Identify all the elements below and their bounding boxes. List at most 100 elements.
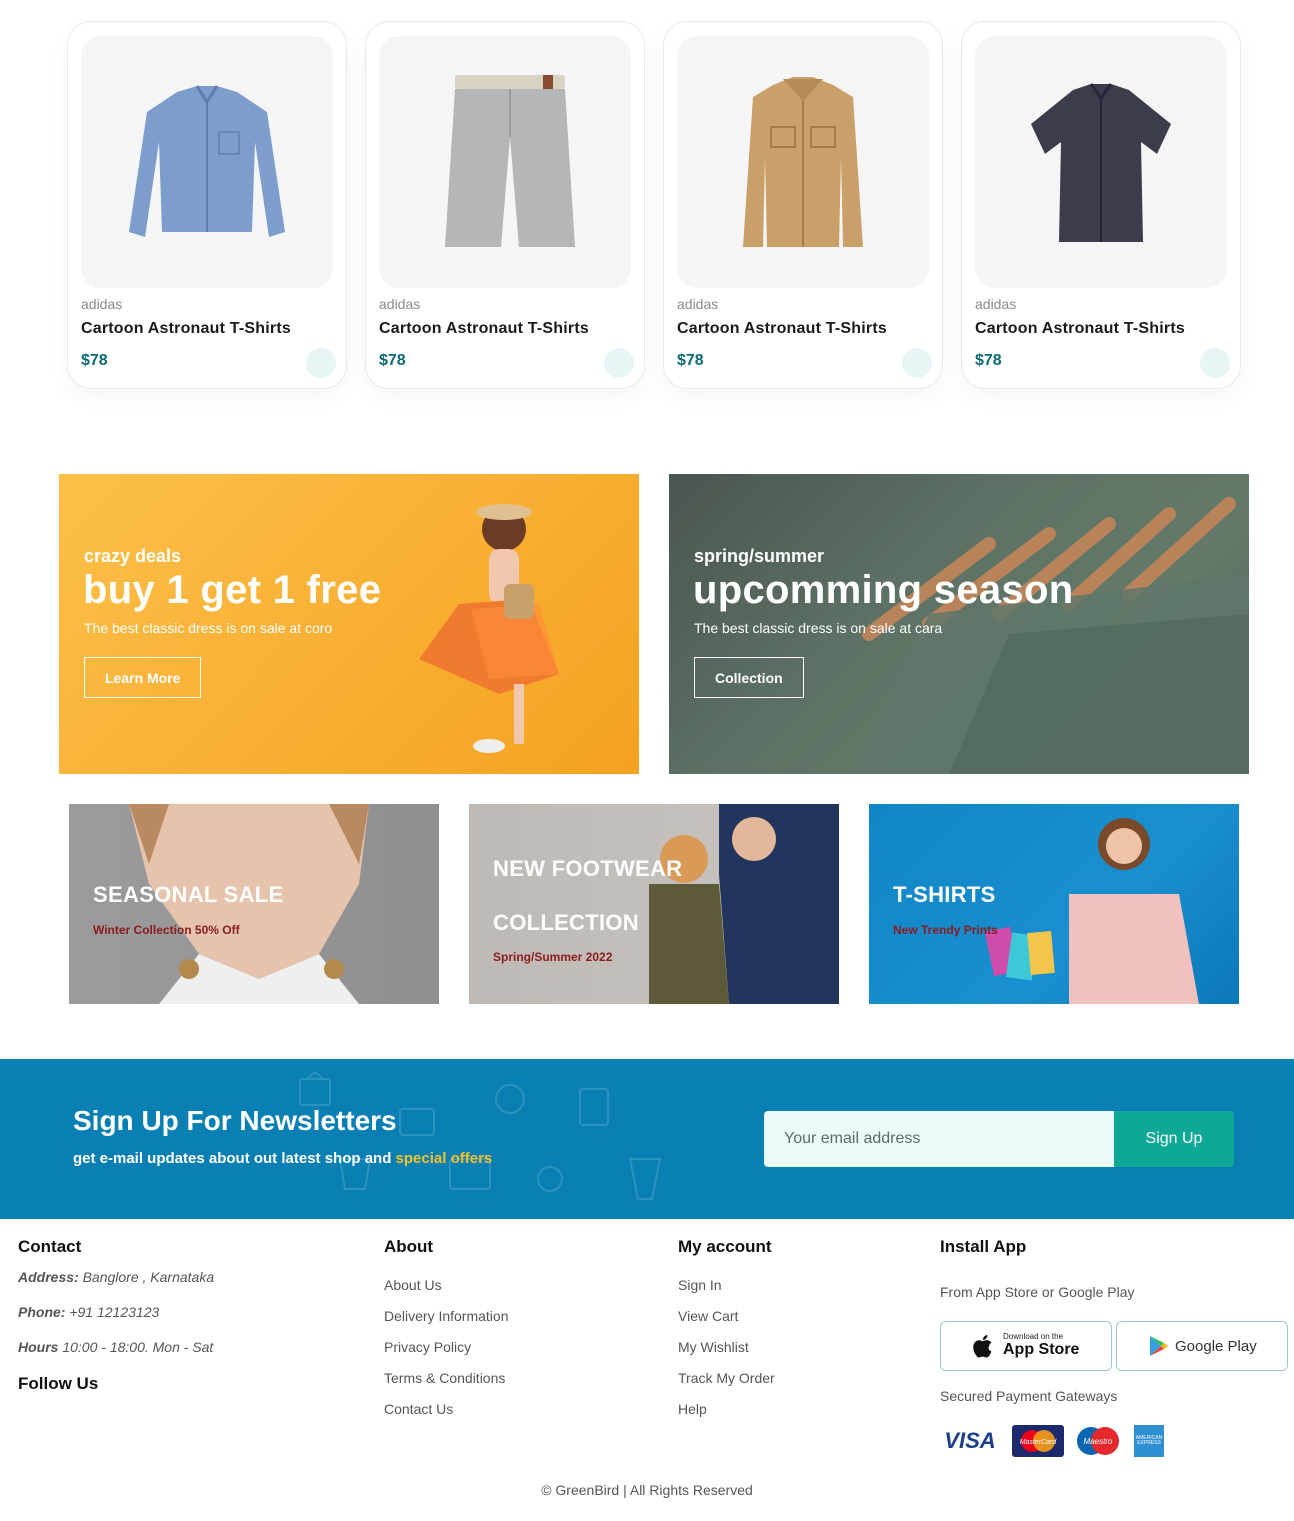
collection-button[interactable]: Collection bbox=[694, 657, 804, 698]
account-heading: My account bbox=[678, 1237, 772, 1256]
product-price: $78 bbox=[379, 352, 406, 369]
newsletter-title: Sign Up For Newsletters bbox=[73, 1105, 397, 1136]
google-play-button[interactable]: Google Play bbox=[1116, 1321, 1288, 1371]
tile-title: T-SHIRTS bbox=[893, 882, 996, 907]
wishlist-link[interactable]: My Wishlist bbox=[678, 1339, 749, 1355]
svg-text:MasterCard: MasterCard bbox=[1020, 1439, 1058, 1446]
google-play-text: Google Play bbox=[1175, 1337, 1257, 1355]
product-name[interactable]: Cartoon Astronaut T-Shirts bbox=[975, 320, 1185, 338]
view-cart-link[interactable]: View Cart bbox=[678, 1308, 738, 1324]
contact-phone: Phone: +91 12123123 bbox=[18, 1304, 159, 1320]
phone-label: Phone: bbox=[18, 1304, 66, 1320]
banner-description: The best classic dress is on sale at car… bbox=[694, 620, 943, 636]
deal-banner: crazy deals buy 1 get 1 free The best cl… bbox=[59, 474, 639, 774]
product-image[interactable] bbox=[975, 36, 1227, 288]
product-brand: adidas bbox=[379, 296, 421, 312]
sign-in-link[interactable]: Sign In bbox=[678, 1277, 722, 1293]
learn-more-button[interactable]: Learn More bbox=[84, 657, 202, 698]
product-brand: adidas bbox=[975, 296, 1017, 312]
mastercard-icon: MasterCard bbox=[1012, 1425, 1064, 1457]
product-image[interactable] bbox=[677, 36, 929, 288]
newsletter-subtitle-text: get e-mail updates about out latest shop… bbox=[73, 1150, 392, 1167]
footwear-banner[interactable]: NEW FOOTWEAR COLLECTION Spring/Summer 20… bbox=[469, 804, 839, 1004]
add-to-cart-button[interactable] bbox=[604, 348, 634, 378]
banner-description: The best classic dress is on sale at cor… bbox=[84, 620, 333, 636]
couple-photo bbox=[649, 804, 839, 1004]
about-heading: About bbox=[384, 1237, 434, 1256]
tshirts-banner[interactable]: T-SHIRTS New Trendy Prints bbox=[869, 804, 1239, 1004]
footer: Contact Address: Banglore , Karnataka Ph… bbox=[0, 1219, 1294, 1521]
seasonal-sale-banner[interactable]: SEASONAL SALE Winter Collection 50% Off bbox=[69, 804, 439, 1004]
app-store-small-text: Download on the bbox=[1003, 1332, 1064, 1342]
hours-value: 10:00 - 18:00. Mon - Sat bbox=[62, 1339, 214, 1355]
product-name[interactable]: Cartoon Astronaut T-Shirts bbox=[379, 320, 589, 338]
product-card[interactable]: adidas Cartoon Astronaut T-Shirts $78 bbox=[663, 21, 943, 389]
banner-kicker: crazy deals bbox=[84, 546, 182, 566]
add-to-cart-button[interactable] bbox=[306, 348, 336, 378]
tile-subtitle: Winter Collection 50% Off bbox=[93, 923, 240, 937]
copyright-text: © GreenBird | All Rights Reserved bbox=[541, 1482, 753, 1498]
tile-title: COLLECTION bbox=[493, 910, 639, 935]
install-app-heading: Install App bbox=[940, 1237, 1027, 1256]
delivery-info-link[interactable]: Delivery Information bbox=[384, 1308, 509, 1324]
maestro-icon: Maestro bbox=[1072, 1425, 1124, 1457]
navy-shirt-image bbox=[1031, 83, 1171, 242]
phone-value: +91 12123123 bbox=[69, 1304, 160, 1320]
privacy-policy-link[interactable]: Privacy Policy bbox=[384, 1339, 471, 1355]
newsletter-subtitle: get e-mail updates about out latest shop… bbox=[73, 1150, 492, 1167]
track-order-link[interactable]: Track My Order bbox=[678, 1370, 775, 1386]
help-link[interactable]: Help bbox=[678, 1401, 707, 1417]
payments-label: Secured Payment Gateways bbox=[940, 1388, 1118, 1404]
app-store-big-text: App Store bbox=[1003, 1341, 1080, 1359]
newsletter-section: Sign Up For Newsletters get e-mail updat… bbox=[0, 1059, 1294, 1219]
product-brand: adidas bbox=[677, 296, 719, 312]
hours-label: Hours bbox=[18, 1339, 59, 1355]
about-us-link[interactable]: About Us bbox=[384, 1277, 442, 1293]
add-to-cart-button[interactable] bbox=[902, 348, 932, 378]
app-store-text: Download on the App Store bbox=[1003, 1333, 1079, 1359]
tile-subtitle: Spring/Summer 2022 bbox=[493, 950, 613, 964]
grey-shorts-image bbox=[445, 75, 575, 247]
address-value: Banglore , Karnataka bbox=[82, 1269, 215, 1285]
product-price: $78 bbox=[975, 352, 1002, 369]
svg-text:Maestro: Maestro bbox=[1084, 1437, 1113, 1446]
banner-headline: buy 1 get 1 free bbox=[83, 568, 382, 612]
apple-icon bbox=[973, 1335, 992, 1358]
contact-address: Address: Banglore , Karnataka bbox=[18, 1269, 214, 1285]
tile-subtitle: New Trendy Prints bbox=[893, 923, 998, 937]
amex-icon: AMERICAN EXPRESS bbox=[1134, 1425, 1164, 1457]
product-name[interactable]: Cartoon Astronaut T-Shirts bbox=[677, 320, 887, 338]
follow-us-heading: Follow Us bbox=[18, 1374, 99, 1393]
mastercard-circles: MasterCard bbox=[1020, 1430, 1058, 1452]
tile-title: SEASONAL SALE bbox=[93, 882, 284, 907]
special-offers-highlight: special offers bbox=[395, 1150, 493, 1167]
install-app-subtitle: From App Store or Google Play bbox=[940, 1284, 1135, 1300]
product-card[interactable]: adidas Cartoon Astronaut T-Shirts $78 bbox=[365, 21, 645, 389]
contact-hours: Hours 10:00 - 18:00. Mon - Sat bbox=[18, 1339, 213, 1355]
product-image[interactable] bbox=[379, 36, 631, 288]
product-price: $78 bbox=[81, 352, 108, 369]
address-label: Address: bbox=[18, 1269, 79, 1285]
product-card[interactable]: adidas Cartoon Astronaut T-Shirts $78 bbox=[961, 21, 1241, 389]
banner-kicker: spring/summer bbox=[694, 546, 825, 566]
app-store-button[interactable]: Download on the App Store bbox=[940, 1321, 1112, 1371]
product-image[interactable] bbox=[81, 36, 333, 288]
product-price: $78 bbox=[677, 352, 704, 369]
add-to-cart-button[interactable] bbox=[1200, 348, 1230, 378]
banner-headline: upcomming season bbox=[693, 568, 1074, 612]
terms-link[interactable]: Terms & Conditions bbox=[384, 1370, 505, 1386]
product-grid: adidas Cartoon Astronaut T-Shirts $78 ad… bbox=[67, 21, 1241, 389]
blue-shirt-image bbox=[129, 85, 285, 237]
product-name[interactable]: Cartoon Astronaut T-Shirts bbox=[81, 320, 291, 338]
email-input[interactable] bbox=[764, 1111, 1114, 1167]
contact-heading: Contact bbox=[18, 1237, 82, 1256]
tile-title: NEW FOOTWEAR bbox=[493, 856, 683, 881]
tan-jacket-image bbox=[743, 77, 863, 247]
product-brand: adidas bbox=[81, 296, 123, 312]
sign-up-button[interactable]: Sign Up bbox=[1114, 1111, 1234, 1167]
maestro-circles: Maestro bbox=[1077, 1427, 1119, 1455]
contact-us-link[interactable]: Contact Us bbox=[384, 1401, 453, 1417]
product-card[interactable]: adidas Cartoon Astronaut T-Shirts $78 bbox=[67, 21, 347, 389]
visa-icon: VISA bbox=[944, 1428, 996, 1453]
google-play-icon bbox=[1150, 1336, 1168, 1356]
